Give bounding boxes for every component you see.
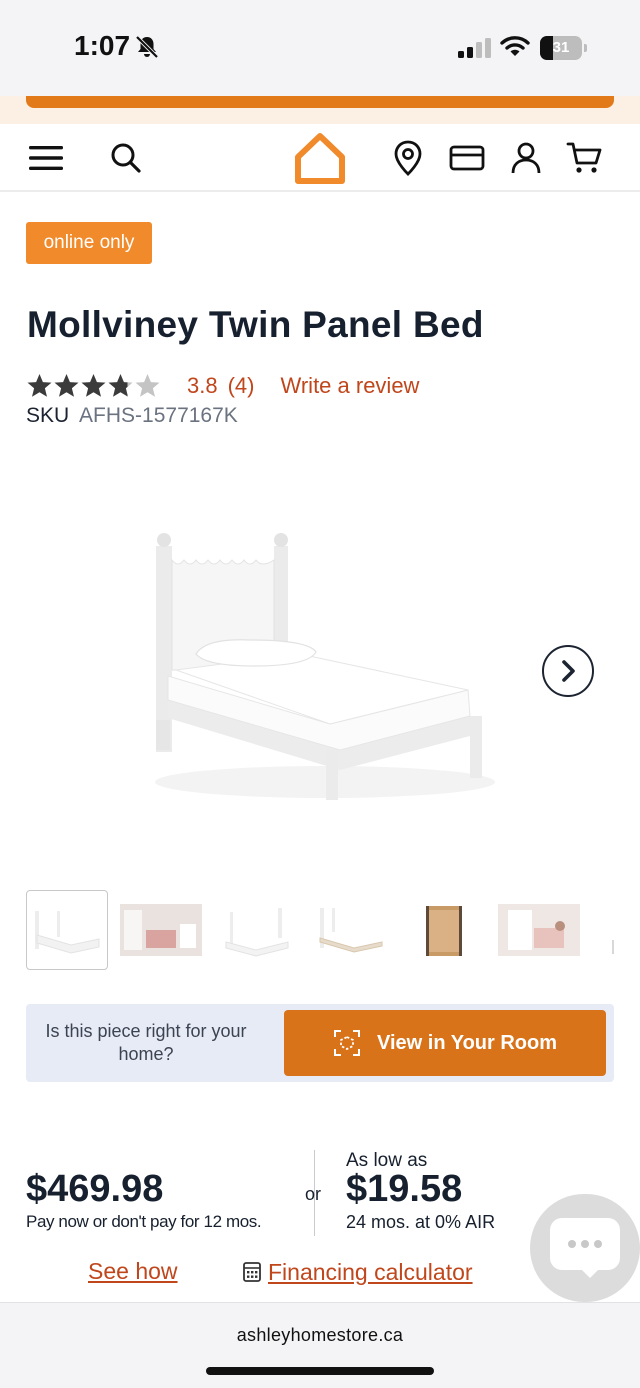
bell-off-icon xyxy=(135,35,159,59)
thumbnail-4[interactable] xyxy=(314,890,396,970)
signal-icon xyxy=(458,38,491,58)
write-review-link[interactable]: Write a review xyxy=(280,373,419,399)
cart-icon[interactable] xyxy=(564,138,604,178)
chevron-right-icon xyxy=(562,660,575,682)
view-in-room-panel: Is this piece right for your home? View … xyxy=(26,1004,614,1082)
sku-row: SKU AFHS-1577167K xyxy=(26,404,238,428)
product-price: $469.98 xyxy=(26,1168,164,1210)
star-icon xyxy=(54,374,79,397)
account-icon[interactable] xyxy=(506,138,546,178)
home-indicator[interactable] xyxy=(206,1367,434,1375)
thumbnail-3[interactable] xyxy=(222,890,304,970)
see-how-link[interactable]: See how xyxy=(88,1258,178,1285)
sku-label: SKU xyxy=(26,404,70,427)
pay-later-text: Pay now or don't pay for 12 mos. xyxy=(26,1212,262,1231)
room-question-text: Is this piece right for your home? xyxy=(45,1021,247,1064)
view-in-room-button[interactable]: View in Your Room xyxy=(284,1010,606,1076)
view-in-room-label: View in Your Room xyxy=(376,1031,558,1054)
online-only-badge: online only xyxy=(26,222,152,264)
rating-row: 3.8 (4) Write a review xyxy=(26,370,419,402)
wifi-icon xyxy=(500,36,530,56)
financing-calculator-label: Financing calculator xyxy=(268,1258,473,1285)
menu-icon[interactable] xyxy=(26,138,66,178)
url-text[interactable]: ashleyhomestore.ca xyxy=(0,1325,640,1346)
battery-icon: 31 xyxy=(540,36,588,60)
battery-level: 31 xyxy=(552,39,570,56)
promo-banner[interactable] xyxy=(26,96,614,108)
thumbnail-strip xyxy=(26,890,626,972)
thumbnail-2[interactable] xyxy=(120,890,202,970)
chat-icon xyxy=(550,1218,620,1270)
search-icon[interactable] xyxy=(106,138,146,178)
calculator-icon xyxy=(243,1262,261,1282)
thumbnail-6[interactable] xyxy=(498,890,580,970)
ar-cube-icon xyxy=(333,1030,360,1056)
or-text: or xyxy=(305,1184,322,1204)
status-time: 1:07 xyxy=(74,30,131,61)
thumbnail-1[interactable] xyxy=(26,890,108,970)
rating-value[interactable]: 3.8 xyxy=(187,373,218,399)
financing-calculator-link[interactable]: Financing calculator xyxy=(242,1258,473,1286)
status-bar: 1:07 31 xyxy=(0,0,640,96)
star-icon xyxy=(81,374,106,397)
review-count[interactable]: (4) xyxy=(228,373,255,399)
star-icon xyxy=(135,374,160,397)
star-icon xyxy=(108,374,133,397)
chat-button[interactable] xyxy=(530,1194,640,1302)
browser-address-bar: ashleyhomestore.ca xyxy=(0,1302,640,1388)
star-rating[interactable] xyxy=(26,373,161,399)
sku-value: AFHS-1577167K xyxy=(79,404,238,427)
product-title: Mollviney Twin Panel Bed xyxy=(27,304,484,345)
thumbnail-5[interactable] xyxy=(414,890,496,970)
promo-banner-area xyxy=(0,96,640,124)
location-pin-icon[interactable] xyxy=(388,138,428,178)
site-header xyxy=(0,124,640,192)
financing-terms: 24 mos. at 0% AIR xyxy=(346,1212,496,1232)
star-icon xyxy=(27,374,52,397)
home-logo-icon[interactable] xyxy=(290,130,350,186)
monthly-payment: $19.58 xyxy=(346,1168,463,1210)
product-image[interactable] xyxy=(140,520,500,820)
thumbnail-7-edge[interactable] xyxy=(612,940,614,954)
credit-card-icon[interactable] xyxy=(447,138,487,178)
next-image-button[interactable] xyxy=(542,645,594,697)
